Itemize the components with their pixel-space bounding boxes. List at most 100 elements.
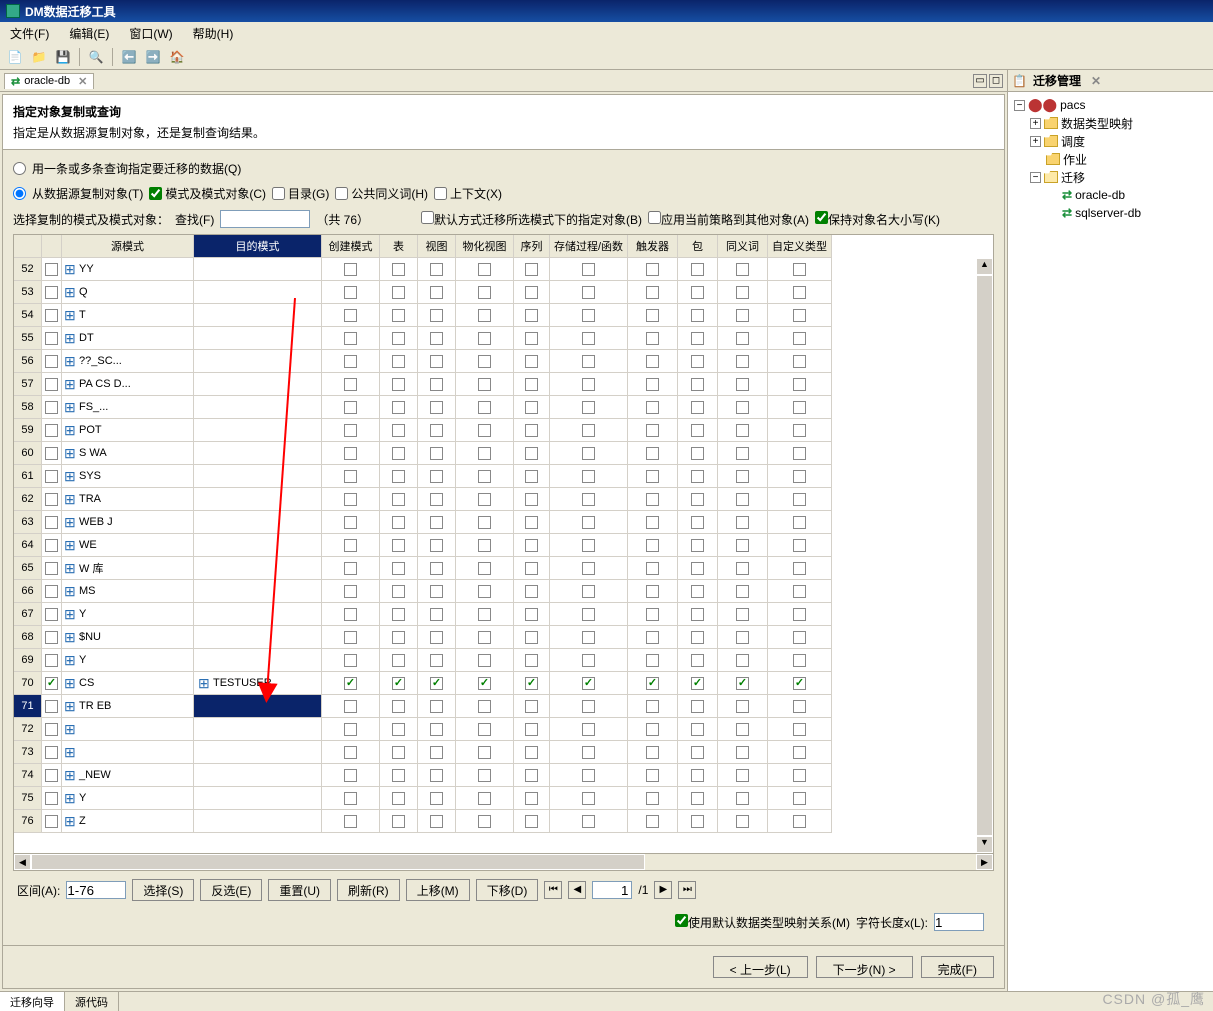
col-header[interactable]: 视图 <box>418 235 456 258</box>
option-checkbox[interactable] <box>628 419 678 442</box>
source-schema[interactable]: WEB J <box>62 511 194 534</box>
option-checkbox[interactable] <box>418 695 456 718</box>
option-checkbox[interactable] <box>418 580 456 603</box>
option-checkbox[interactable] <box>418 810 456 833</box>
option-checkbox[interactable] <box>550 649 628 672</box>
hscrollbar[interactable]: ◀▶ <box>14 853 993 870</box>
option-checkbox[interactable] <box>628 511 678 534</box>
option-checkbox[interactable] <box>456 741 514 764</box>
option-checkbox[interactable] <box>322 442 380 465</box>
source-schema[interactable]: W 库 <box>62 557 194 580</box>
cb-case[interactable] <box>815 211 828 224</box>
option-checkbox[interactable] <box>322 488 380 511</box>
find-input[interactable] <box>220 210 310 228</box>
option-checkbox[interactable] <box>768 695 832 718</box>
option-checkbox[interactable] <box>514 396 550 419</box>
option-checkbox[interactable] <box>718 741 768 764</box>
option-checkbox[interactable] <box>322 373 380 396</box>
option-checkbox[interactable] <box>628 787 678 810</box>
option-checkbox[interactable] <box>514 281 550 304</box>
option-checkbox[interactable] <box>678 718 718 741</box>
option-checkbox[interactable] <box>628 603 678 626</box>
option-checkbox[interactable] <box>514 787 550 810</box>
source-schema[interactable]: WE <box>62 534 194 557</box>
col-header[interactable] <box>42 235 62 258</box>
option-checkbox[interactable] <box>768 304 832 327</box>
dest-schema[interactable] <box>194 304 322 327</box>
option-checkbox[interactable] <box>550 396 628 419</box>
option-checkbox[interactable] <box>322 741 380 764</box>
dest-schema[interactable] <box>194 649 322 672</box>
option-checkbox[interactable] <box>718 373 768 396</box>
option-checkbox[interactable] <box>514 764 550 787</box>
option-checkbox[interactable] <box>768 672 832 695</box>
option-checkbox[interactable] <box>418 488 456 511</box>
option-checkbox[interactable] <box>628 442 678 465</box>
radio-copy[interactable] <box>13 187 26 200</box>
option-checkbox[interactable] <box>550 419 628 442</box>
row-checkbox[interactable] <box>42 741 62 764</box>
option-checkbox[interactable] <box>550 350 628 373</box>
option-checkbox[interactable] <box>678 350 718 373</box>
option-checkbox[interactable] <box>718 695 768 718</box>
dest-schema[interactable] <box>194 695 322 718</box>
tab-source[interactable]: 源代码 <box>65 992 119 1011</box>
option-checkbox[interactable] <box>718 534 768 557</box>
option-checkbox[interactable] <box>380 810 418 833</box>
dest-schema[interactable] <box>194 810 322 833</box>
source-schema[interactable]: Y <box>62 649 194 672</box>
option-checkbox[interactable] <box>628 465 678 488</box>
option-checkbox[interactable] <box>768 534 832 557</box>
option-checkbox[interactable] <box>514 603 550 626</box>
btn-reset[interactable]: 重置(U) <box>268 879 331 901</box>
option-checkbox[interactable] <box>550 442 628 465</box>
option-checkbox[interactable] <box>456 649 514 672</box>
row-checkbox[interactable] <box>42 787 62 810</box>
option-checkbox[interactable] <box>718 672 768 695</box>
dest-schema[interactable] <box>194 327 322 350</box>
option-checkbox[interactable] <box>380 580 418 603</box>
source-schema[interactable]: POT <box>62 419 194 442</box>
option-checkbox[interactable] <box>550 511 628 534</box>
option-checkbox[interactable] <box>456 419 514 442</box>
vscrollbar[interactable]: ▲▼ <box>976 258 993 853</box>
option-checkbox[interactable] <box>514 465 550 488</box>
option-checkbox[interactable] <box>718 465 768 488</box>
option-checkbox[interactable] <box>322 810 380 833</box>
option-checkbox[interactable] <box>768 511 832 534</box>
option-checkbox[interactable] <box>678 649 718 672</box>
btn-down[interactable]: 下移(D) <box>476 879 539 901</box>
close-icon[interactable]: ✕ <box>1091 74 1101 88</box>
source-schema[interactable] <box>62 718 194 741</box>
option-checkbox[interactable] <box>718 580 768 603</box>
option-checkbox[interactable] <box>550 465 628 488</box>
range-input[interactable] <box>66 881 126 899</box>
option-checkbox[interactable] <box>418 557 456 580</box>
option-checkbox[interactable] <box>514 557 550 580</box>
option-checkbox[interactable] <box>418 511 456 534</box>
option-checkbox[interactable] <box>380 396 418 419</box>
option-checkbox[interactable] <box>678 534 718 557</box>
col-header[interactable]: 目的模式 <box>194 235 322 258</box>
option-checkbox[interactable] <box>678 465 718 488</box>
option-checkbox[interactable] <box>322 557 380 580</box>
option-checkbox[interactable] <box>456 396 514 419</box>
option-checkbox[interactable] <box>718 258 768 281</box>
option-checkbox[interactable] <box>380 488 418 511</box>
row-checkbox[interactable] <box>42 350 62 373</box>
dest-schema[interactable] <box>194 419 322 442</box>
option-checkbox[interactable] <box>550 258 628 281</box>
option-checkbox[interactable] <box>718 442 768 465</box>
option-checkbox[interactable] <box>550 718 628 741</box>
option-checkbox[interactable] <box>550 741 628 764</box>
option-checkbox[interactable] <box>322 281 380 304</box>
row-checkbox[interactable] <box>42 534 62 557</box>
option-checkbox[interactable] <box>418 350 456 373</box>
row-checkbox[interactable] <box>42 419 62 442</box>
option-checkbox[interactable] <box>768 442 832 465</box>
tb-nav1[interactable]: ⬅️ <box>118 46 140 68</box>
option-checkbox[interactable] <box>456 281 514 304</box>
source-schema[interactable]: _NEW <box>62 764 194 787</box>
source-schema[interactable]: Q <box>62 281 194 304</box>
option-checkbox[interactable] <box>418 603 456 626</box>
